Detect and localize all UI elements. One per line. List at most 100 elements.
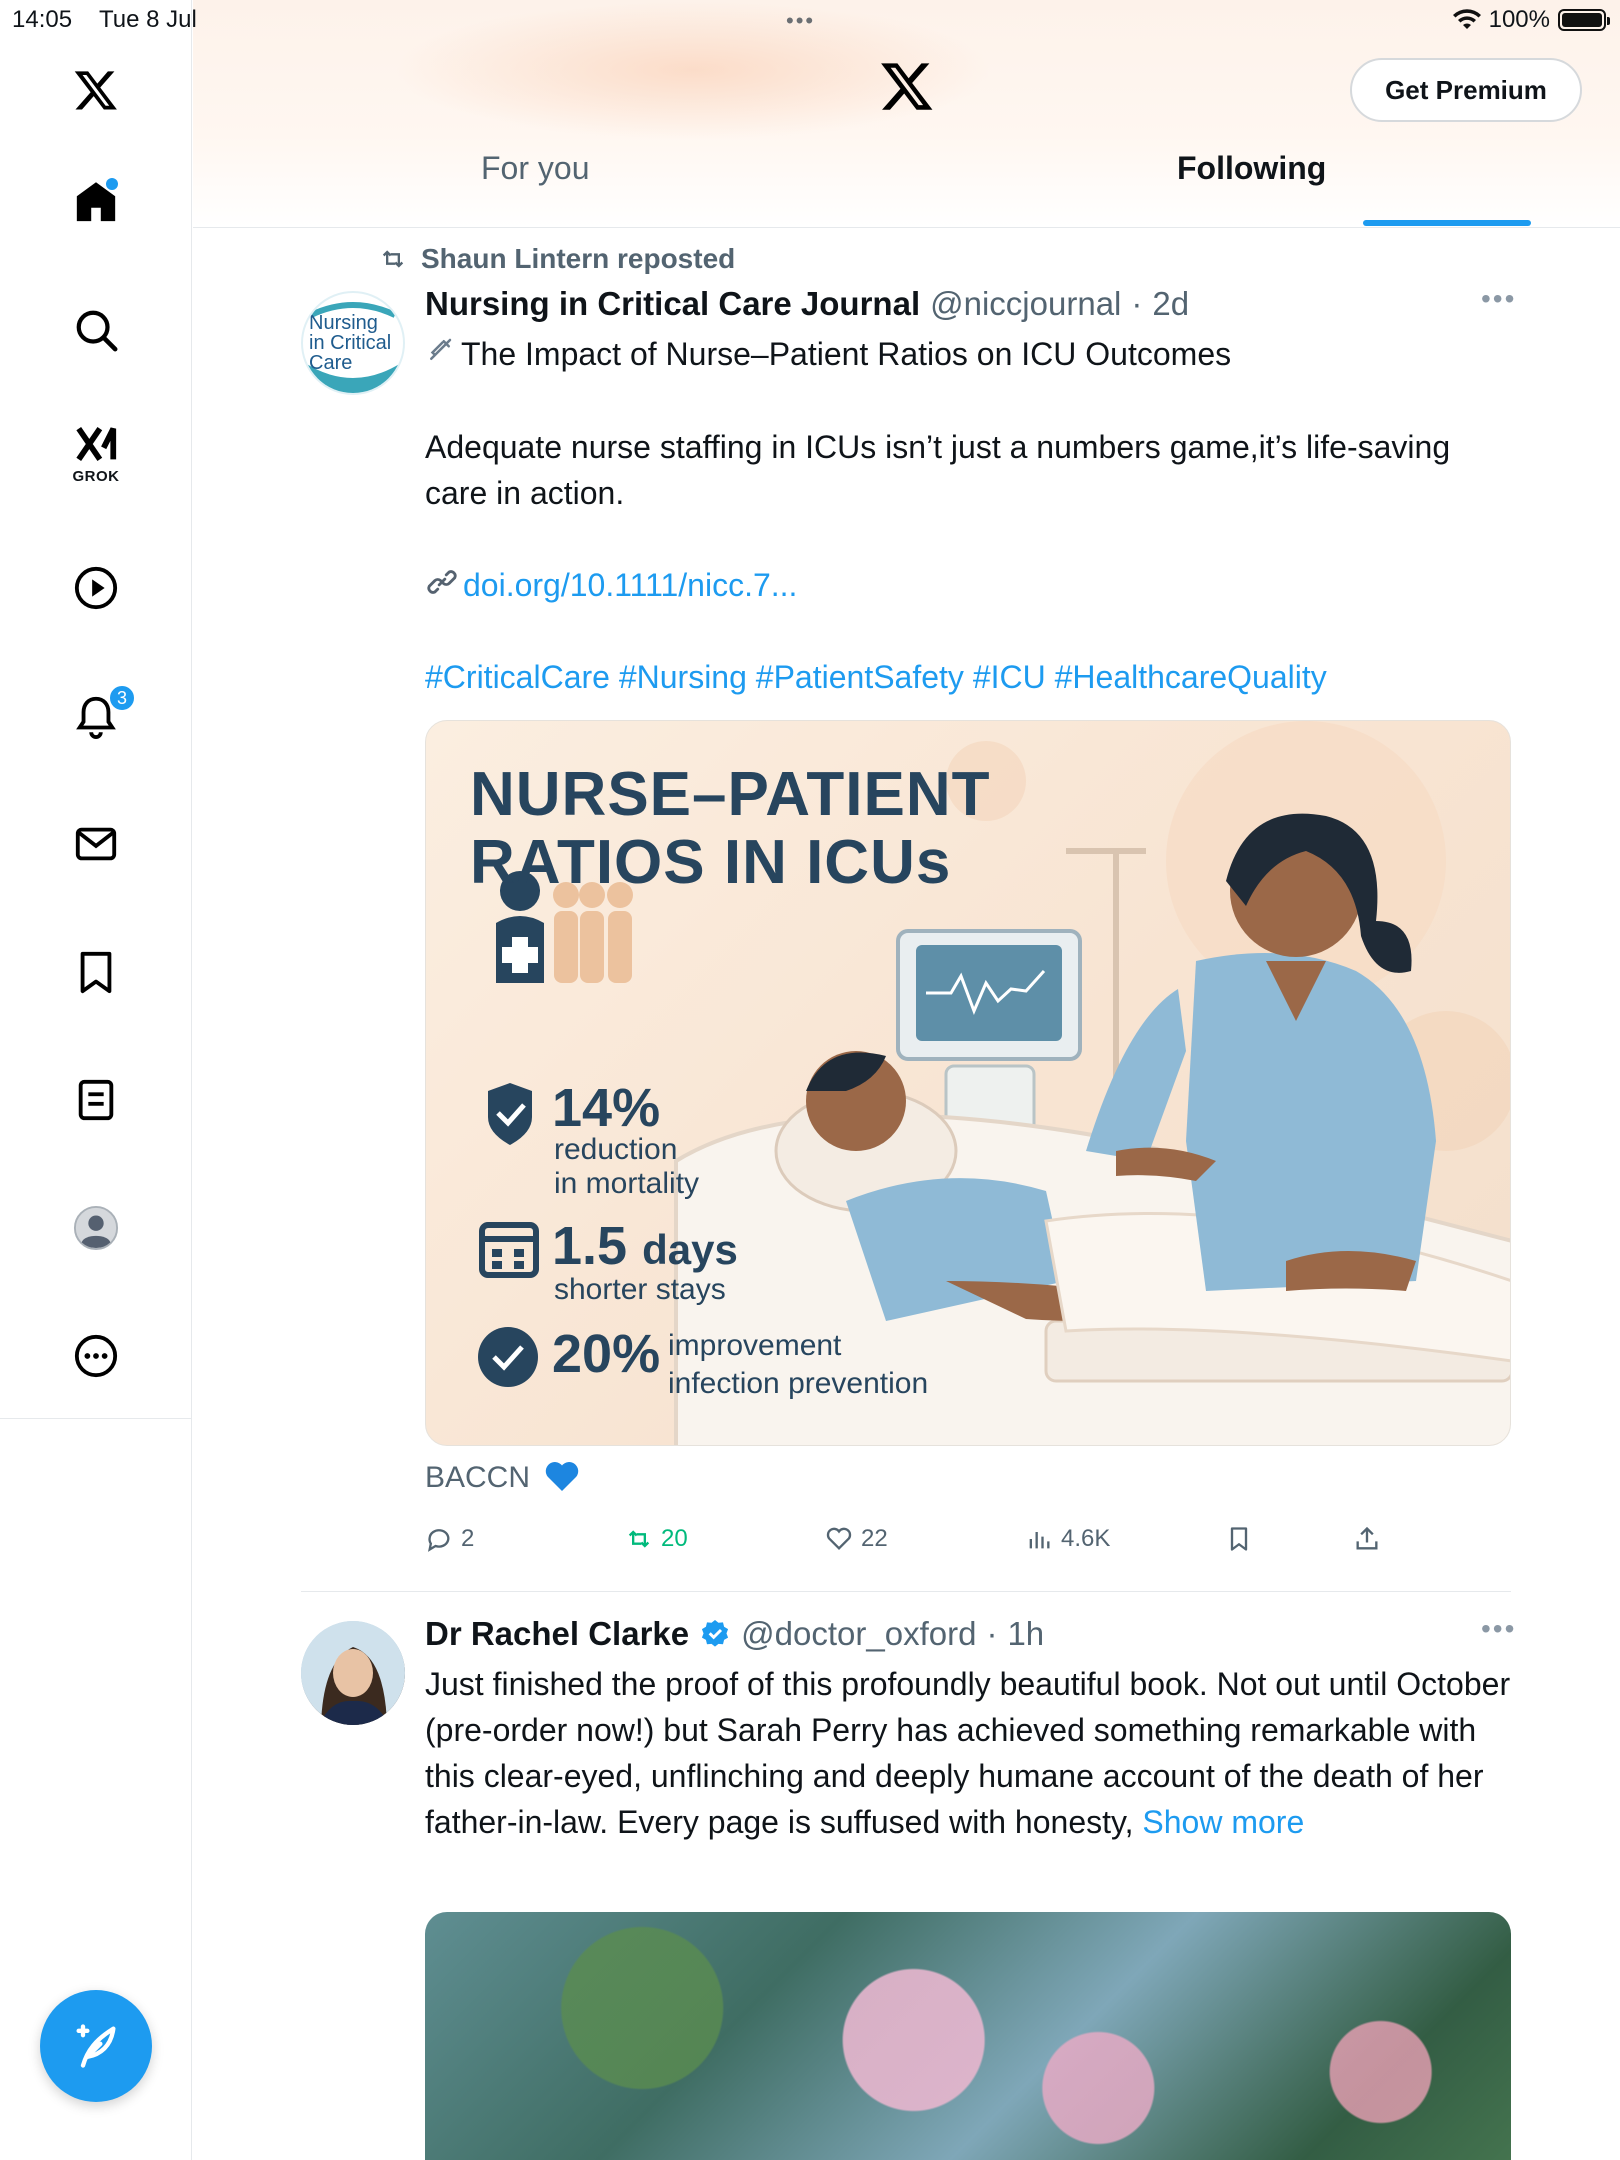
nav-messages[interactable] (56, 804, 136, 884)
bookmark-icon (1230, 1527, 1248, 1551)
battery-percent: 100% (1488, 6, 1550, 33)
get-premium-button[interactable]: Get Premium (1350, 58, 1582, 122)
post-media-infographic[interactable]: NURSE–PATIENT RATIOS IN ICUs 14% reducti… (425, 720, 1511, 1446)
bookmark-icon (80, 951, 112, 994)
reply-icon (428, 1529, 450, 1552)
post-header: Dr Rachel Clarke @doctor_oxford · 1h (425, 1615, 1044, 1653)
status-indicators: 100% (1452, 6, 1610, 34)
nav-grok[interactable]: GROK (56, 412, 136, 492)
active-tab-indicator (1363, 220, 1531, 226)
stat-mortality-value: 14% (552, 1078, 661, 1138)
infographic-title-line1: NURSE–PATIENT (470, 760, 991, 829)
infographic-title-line2: RATIOS IN ICUs (470, 828, 952, 897)
avatar-icon (73, 1205, 119, 1251)
post-more-button[interactable]: ••• (1481, 283, 1516, 315)
timeline-feed[interactable]: Shaun Lintern reposted Nursing in Critic… (193, 229, 1620, 2160)
bookmark-button[interactable] (1225, 1525, 1253, 1553)
blue-heart-icon (546, 1462, 579, 1491)
post-separator (301, 1591, 1511, 1592)
nav-more[interactable] (56, 1316, 136, 1396)
status-bar: 14:05 Tue 8 Jul ••• 100% (0, 0, 1620, 40)
stat-infection-label1: improvement (668, 1329, 842, 1362)
link-icon (425, 565, 463, 611)
author-name[interactable]: Nursing in Critical Care Journal (425, 285, 920, 323)
stat-stay-value: 1.5 days (552, 1216, 738, 1276)
author-handle[interactable]: @doctor_oxford (741, 1615, 976, 1653)
like-button[interactable]: 22 (825, 1525, 888, 1553)
multitasking-dots-icon[interactable]: ••• (786, 8, 815, 34)
heart-icon (826, 1527, 852, 1550)
stat-mortality-label2: in mortality (554, 1167, 700, 1200)
x-logo-icon[interactable] (879, 58, 935, 114)
post-media-photo[interactable] (425, 1912, 1511, 2160)
author-handle[interactable]: @niccjournal (930, 285, 1121, 323)
stat-mortality-label1: reduction (554, 1133, 678, 1166)
battery-icon (1558, 9, 1610, 31)
reply-count: 2 (461, 1525, 475, 1552)
share-icon (1356, 1526, 1378, 1550)
tab-for-you[interactable]: For you (481, 150, 589, 228)
repost-button[interactable]: 20 (625, 1525, 688, 1553)
post-hashtags-line: #CriticalCare #Nursing #PatientSafety #I… (425, 654, 1505, 700)
x-logo-icon[interactable] (56, 50, 136, 130)
compose-icon (76, 2024, 116, 2068)
post-body-text: Just finished the proof of this profound… (425, 1666, 1511, 1840)
grok-icon (76, 427, 117, 461)
stat-infection-value: 20% (552, 1324, 661, 1384)
more-icon (74, 1334, 118, 1378)
compose-button[interactable] (40, 1990, 152, 2102)
footer-label: BACCN (425, 1461, 531, 1494)
wifi-icon (1452, 9, 1481, 29)
time-separator: · (986, 1615, 998, 1652)
home-unread-dot (106, 178, 118, 190)
avatar-text-line3: Care (309, 352, 352, 374)
status-date: Tue 8 Jul (99, 6, 197, 33)
nav-notifications[interactable]: 3 (56, 676, 136, 756)
post-footer-text: BACCN (425, 1459, 580, 1495)
post-time[interactable]: 2d (1152, 285, 1189, 323)
stat-infection-label2: infection prevention (668, 1367, 929, 1400)
post-more-button[interactable]: ••• (1481, 1613, 1516, 1645)
post-hashtags[interactable]: #CriticalCare #Nursing #PatientSafety #I… (425, 659, 1327, 695)
tab-following[interactable]: Following (1177, 150, 1326, 228)
status-time: 14:05 (12, 6, 73, 33)
share-button[interactable] (1353, 1525, 1381, 1553)
nav-video[interactable] (56, 548, 136, 628)
avatar-text-line1: Nursing (309, 312, 378, 334)
verified-badge-icon (702, 1620, 729, 1647)
analytics-icon (1029, 1532, 1050, 1549)
nav-search[interactable] (56, 290, 136, 370)
reply-button[interactable]: 2 (425, 1525, 474, 1553)
avatar-text-line2: in Critical (309, 332, 391, 354)
avatar[interactable] (301, 1621, 405, 1725)
play-icon (74, 566, 118, 610)
nav-bookmarks[interactable] (56, 932, 136, 1012)
post-action-bar: 2 20 22 4.6K (425, 1525, 1425, 1571)
stat-stay-label: shorter stays (554, 1273, 726, 1306)
repost-by-text: Shaun Lintern reposted (421, 243, 736, 274)
syringe-icon (425, 331, 461, 377)
nav-profile[interactable] (56, 1188, 136, 1268)
list-icon (78, 1079, 114, 1121)
grok-label: GROK (72, 468, 120, 485)
view-count: 4.6K (1061, 1525, 1111, 1552)
post-header: Nursing in Critical Care Journal @niccjo… (425, 285, 1189, 323)
repost-icon (628, 1530, 650, 1548)
search-icon (76, 310, 118, 352)
nav-lists[interactable] (56, 1060, 136, 1140)
post-link-line: doi.org/10.1111/nicc.7... (425, 562, 1505, 611)
post-link[interactable]: doi.org/10.1111/nicc.7... (463, 567, 797, 603)
views-button[interactable]: 4.6K (1025, 1525, 1110, 1553)
post-time[interactable]: 1h (1007, 1615, 1044, 1653)
nav-home[interactable] (56, 162, 136, 242)
sidebar-divider (0, 1418, 192, 1419)
time-separator: · (1131, 285, 1143, 322)
avatar[interactable]: Nursing in Critical Care (301, 291, 405, 395)
like-count: 22 (861, 1525, 888, 1552)
show-more-link[interactable]: Show more (1142, 1804, 1304, 1840)
post-body: Adequate nurse staffing in ICUs isn’t ju… (425, 429, 1451, 511)
post-headline: The Impact of Nurse–Patient Ratios on IC… (425, 331, 1505, 377)
infographic-title: NURSE–PATIENT RATIOS IN ICUs (470, 761, 991, 897)
notification-badge: 3 (108, 684, 136, 712)
author-name[interactable]: Dr Rachel Clarke (425, 1615, 689, 1653)
